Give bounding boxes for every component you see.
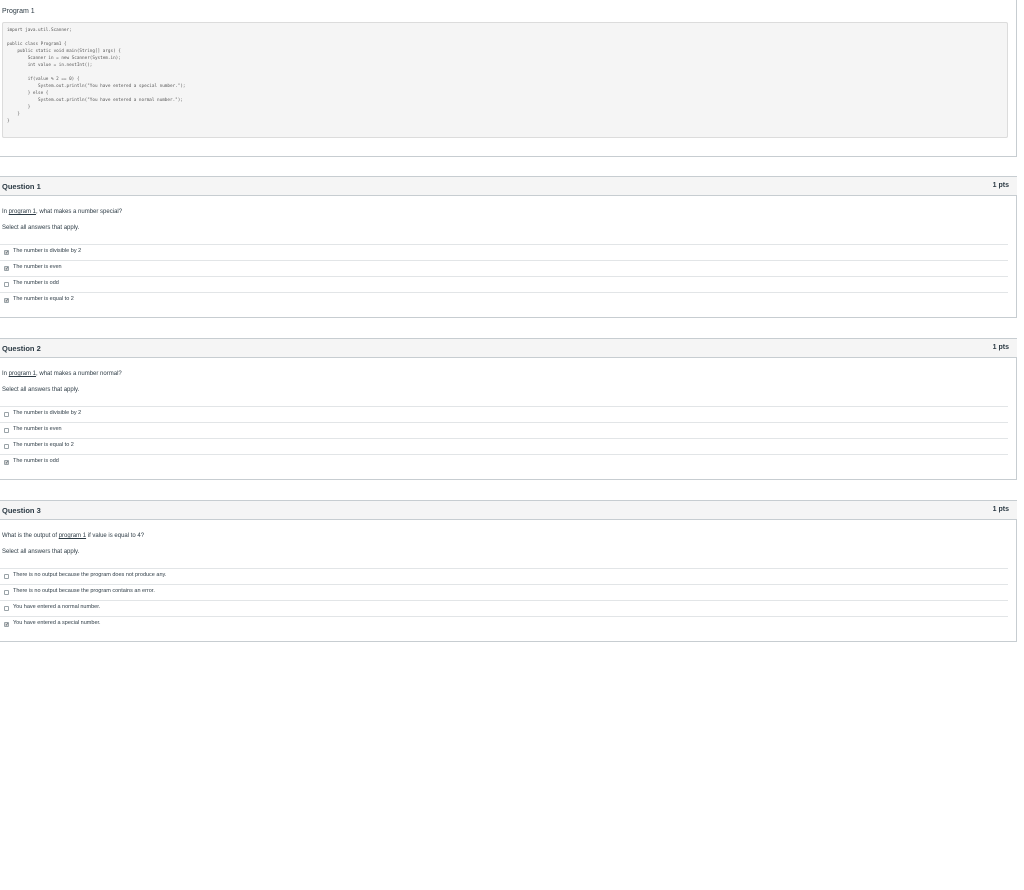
question-instruction: Select all answers that apply. <box>2 549 80 555</box>
question-instruction: Select all answers that apply. <box>2 387 80 393</box>
question-text-suffix: , what makes a number special? <box>36 209 123 215</box>
program-link[interactable]: program 1 <box>59 533 86 539</box>
question-text: In program 1, what makes a number specia… <box>2 209 122 215</box>
answer-option[interactable]: ✓ You have entered a special number. <box>0 616 1008 632</box>
answer-option[interactable]: ✓ The number is equal to 2 <box>0 292 1008 308</box>
answer-list: ✓ The number is divisible by 2 ✓ The number… <box>0 244 1008 308</box>
answer-checkbox[interactable] <box>4 428 9 433</box>
answer-label: The number is divisible by 2 <box>13 248 82 254</box>
code-block: import java.util.Scanner; public class P… <box>2 22 1008 138</box>
answer-label: The number is divisible by 2 <box>13 410 82 416</box>
answer-option[interactable]: You have entered a normal number. <box>0 600 1008 616</box>
answer-option[interactable]: ✓ The number is divisible by 2 <box>0 244 1008 260</box>
question-body: In program 1, what makes a number specia… <box>0 196 1017 318</box>
question-text: What is the output of program 1 if value… <box>2 533 144 539</box>
program-link[interactable]: program 1 <box>9 371 36 377</box>
question-points: 1 pts <box>992 182 1009 189</box>
question-text-prefix: What is the output of <box>2 533 59 539</box>
answer-option[interactable]: ✓ The number is even <box>0 260 1008 276</box>
question-text-suffix: , what makes a number normal? <box>36 371 122 377</box>
answer-option[interactable]: ✓ The number is odd <box>0 454 1008 470</box>
question-title: Question 3 <box>2 506 41 515</box>
question-header: Question 3 1 pts <box>0 500 1017 520</box>
answer-list: There is no output because the program d… <box>0 568 1008 632</box>
question-body: What is the output of program 1 if value… <box>0 520 1017 642</box>
question-body: In program 1, what makes a number normal… <box>0 358 1017 480</box>
answer-checkbox[interactable] <box>4 282 9 287</box>
question-text-prefix: In <box>2 209 9 215</box>
answer-option[interactable]: There is no output because the program d… <box>0 568 1008 584</box>
answer-option[interactable]: The number is odd <box>0 276 1008 292</box>
answer-option[interactable]: There is no output because the program c… <box>0 584 1008 600</box>
answer-label: The number is odd <box>13 458 59 464</box>
answer-list: The number is divisible by 2 The number i… <box>0 406 1008 470</box>
question-text: In program 1, what makes a number normal… <box>2 371 122 377</box>
answer-checkbox[interactable] <box>4 590 9 595</box>
question-title: Question 1 <box>2 182 41 191</box>
answer-checkbox[interactable]: ✓ <box>4 460 9 466</box>
program-block: Program 1 import java.util.Scanner; publ… <box>0 0 1017 157</box>
answer-label: The number is even <box>13 426 62 432</box>
answer-label: The number is odd <box>13 280 59 286</box>
answer-label: The number is equal to 2 <box>13 296 74 302</box>
question-text-suffix: if value is equal to 4? <box>86 533 145 539</box>
question-title: Question 2 <box>2 344 41 353</box>
question-header: Question 2 1 pts <box>0 338 1017 358</box>
answer-checkbox[interactable] <box>4 412 9 417</box>
answer-checkbox[interactable]: ✓ <box>4 266 9 272</box>
answer-label: You have entered a normal number. <box>13 604 101 610</box>
answer-checkbox[interactable]: ✓ <box>4 298 9 304</box>
answer-label: You have entered a special number. <box>13 620 101 626</box>
answer-checkbox[interactable] <box>4 444 9 449</box>
code-text: import java.util.Scanner; public class P… <box>7 28 186 124</box>
answer-label: There is no output because the program c… <box>13 588 155 594</box>
answer-option[interactable]: The number is even <box>0 422 1008 438</box>
question-header: Question 1 1 pts <box>0 176 1017 196</box>
question-points: 1 pts <box>992 506 1009 513</box>
program-title: Program 1 <box>2 8 35 15</box>
answer-checkbox[interactable]: ✓ <box>4 622 9 628</box>
answer-checkbox[interactable] <box>4 574 9 579</box>
answer-option[interactable]: The number is equal to 2 <box>0 438 1008 454</box>
answer-label: The number is even <box>13 264 62 270</box>
answer-checkbox[interactable]: ✓ <box>4 250 9 256</box>
question-instruction: Select all answers that apply. <box>2 225 80 231</box>
program-link[interactable]: program 1 <box>9 209 36 215</box>
answer-checkbox[interactable] <box>4 606 9 611</box>
question-text-prefix: In <box>2 371 9 377</box>
answer-label: The number is equal to 2 <box>13 442 74 448</box>
answer-label: There is no output because the program d… <box>13 572 167 578</box>
answer-option[interactable]: The number is divisible by 2 <box>0 406 1008 422</box>
question-points: 1 pts <box>992 344 1009 351</box>
